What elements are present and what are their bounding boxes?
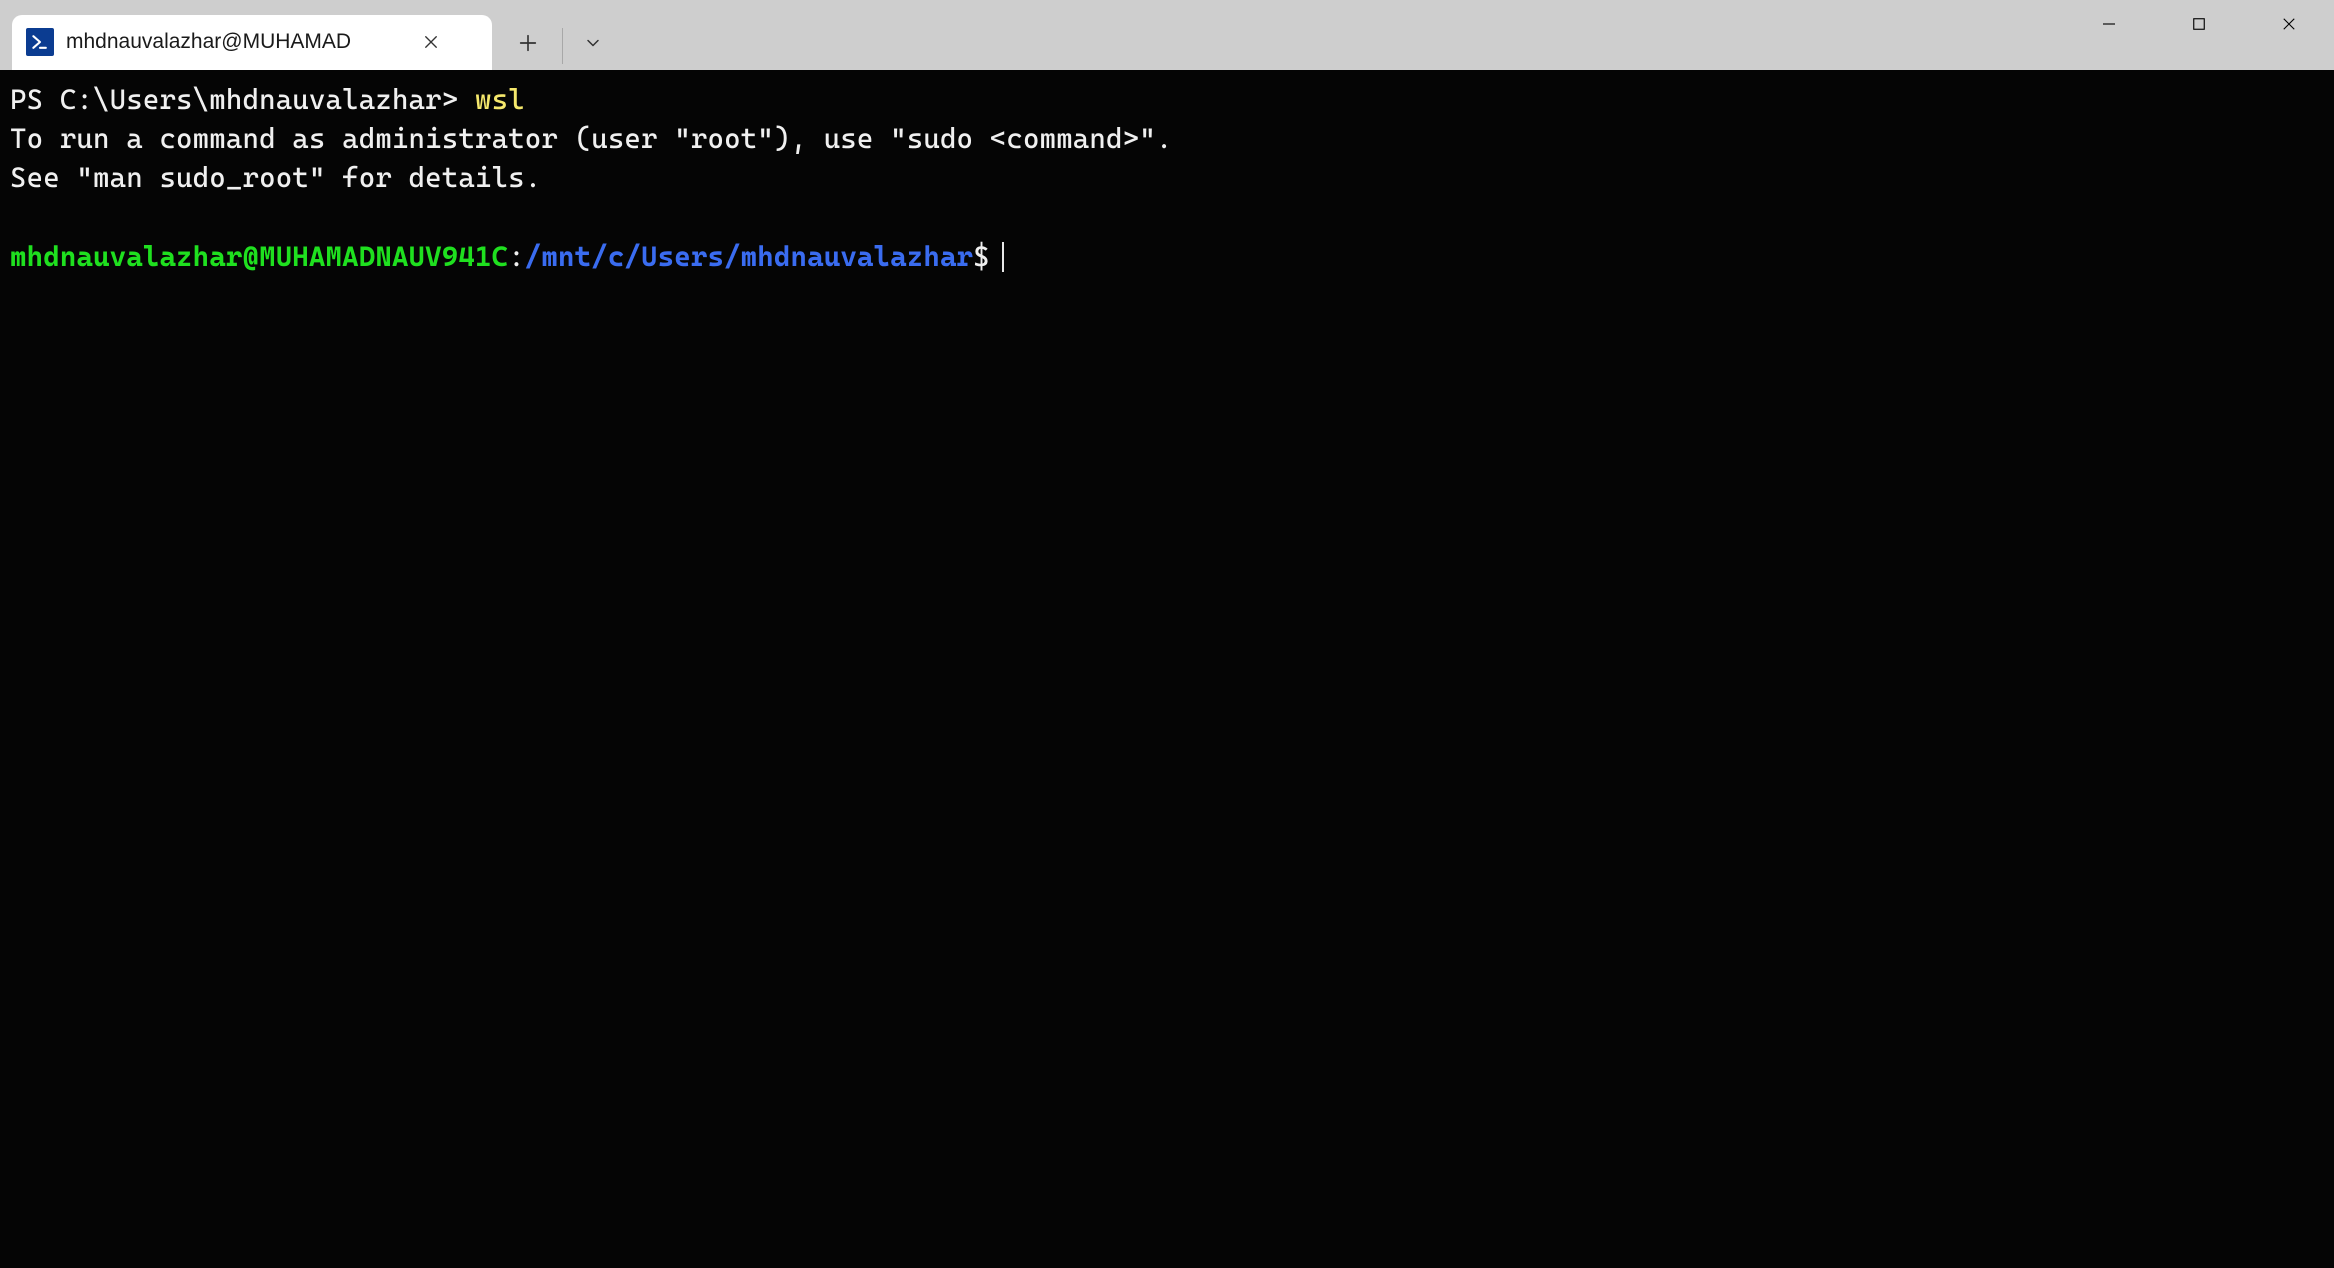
terminal-area[interactable]: PS C:\Users\mhdnauvalazhar> wsl To run a…: [0, 70, 2334, 1268]
powershell-icon: [26, 28, 54, 56]
terminal-output-line: To run a command as administrator (user …: [10, 122, 1172, 155]
wsl-prompt-userhost: mhdnauvalazhar@MUHAMADNAUV941C: [10, 240, 508, 273]
window-controls: [2064, 0, 2334, 48]
wsl-prompt-path: /mnt/c/Users/mhdnauvalazhar: [525, 240, 973, 273]
terminal-cursor: [1002, 242, 1004, 272]
terminal-output-line: See "man sudo_root" for details.: [10, 161, 541, 194]
ps-command: wsl: [475, 83, 525, 116]
tab-close-button[interactable]: [418, 29, 444, 55]
wsl-prompt-colon: :: [508, 240, 525, 273]
maximize-button[interactable]: [2154, 0, 2244, 48]
tab-title: mhdnauvalazhar@MUHAMAD: [66, 30, 396, 54]
tab-divider: [562, 28, 563, 64]
tab-active[interactable]: mhdnauvalazhar@MUHAMAD: [12, 15, 492, 70]
ps-prompt: PS C:\Users\mhdnauvalazhar>: [10, 83, 475, 116]
titlebar: mhdnauvalazhar@MUHAMAD: [0, 0, 2334, 70]
minimize-button[interactable]: [2064, 0, 2154, 48]
wsl-prompt-dollar: $: [973, 240, 990, 273]
tab-dropdown-button[interactable]: [569, 19, 617, 67]
new-tab-button[interactable]: [504, 19, 552, 67]
close-button[interactable]: [2244, 0, 2334, 48]
tab-strip: mhdnauvalazhar@MUHAMAD: [0, 0, 617, 70]
